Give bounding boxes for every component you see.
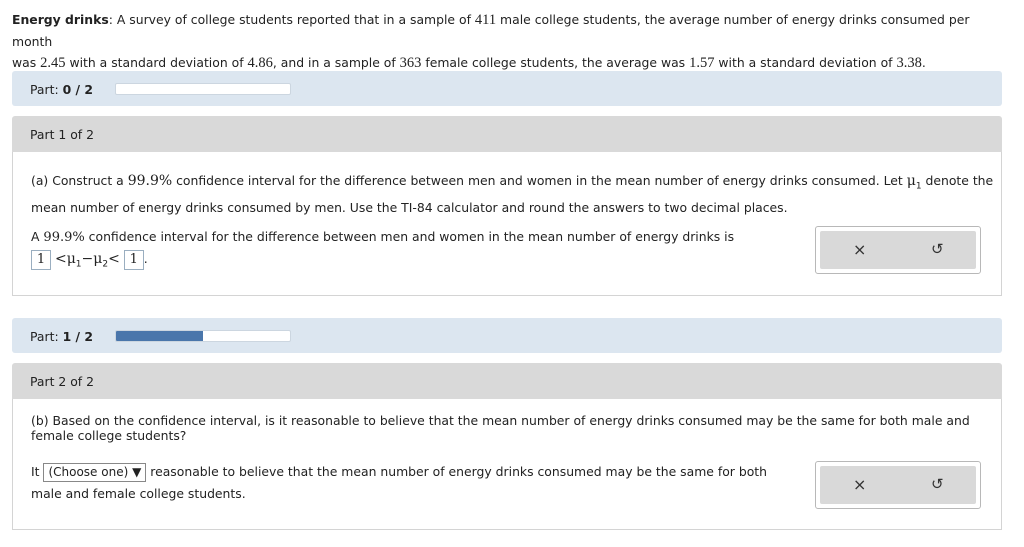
sd1-value: 4.86	[247, 55, 273, 71]
n1-value: 411	[474, 12, 497, 28]
problem-text: was	[12, 55, 41, 70]
part-progress-value: 1 / 2	[62, 329, 93, 344]
part1-answer: A 99.9% confidence interval for the diff…	[31, 229, 735, 245]
part1-header-label: Part 1 of 2	[30, 127, 94, 142]
part-progress-bar: Part: 1 / 2	[12, 318, 1002, 353]
problem-text: with a standard deviation of	[65, 55, 248, 70]
part2-question: (b) Based on the confidence interval, is…	[31, 413, 970, 443]
clear-button[interactable]: ×	[853, 475, 866, 494]
problem-text: , and in a sample of	[272, 55, 400, 70]
undo-button[interactable]: ↺	[931, 240, 944, 258]
upper-bound-input[interactable]: 1	[123, 249, 144, 270]
part2-answer: It (Choose one) ▼ reasonable to believe …	[31, 463, 767, 501]
mean1-value: 2.45	[40, 55, 66, 71]
choose-one-dropdown[interactable]: (Choose one) ▼	[43, 463, 147, 482]
part-progress-value: 0 / 2	[62, 82, 93, 97]
clear-button[interactable]: ×	[853, 240, 866, 259]
part1-header: Part 1 of 2	[12, 116, 1002, 152]
n2-value: 363	[399, 55, 422, 71]
lower-bound-input[interactable]: 1	[31, 249, 51, 270]
part-progress-label: Part: 1 / 2	[30, 329, 93, 344]
part2-body: (b) Based on the confidence interval, is…	[12, 399, 1002, 530]
mean2-value: 1.57	[689, 55, 715, 71]
part-progress-bar: Part: 0 / 2	[12, 71, 1002, 106]
progress-track	[115, 83, 291, 95]
problem-text: .	[921, 55, 926, 70]
part2-header-label: Part 2 of 2	[30, 374, 94, 389]
problem-text: female college students, the average was	[421, 55, 690, 70]
answer-tools: × ↺	[815, 226, 981, 274]
problem-title: Energy drinks	[12, 12, 109, 27]
part2-header: Part 2 of 2	[12, 363, 1002, 399]
mu-symbol: μ	[906, 173, 916, 189]
part1-question: (a) Construct a 99.9% confidence interva…	[31, 173, 994, 216]
confidence-level: 99.9%	[127, 173, 173, 189]
interval-expression: 1 <μ1−μ2< 1.	[31, 248, 148, 275]
part-progress-label: Part: 0 / 2	[30, 82, 93, 97]
part1-body: (a) Construct a 99.9% confidence interva…	[12, 152, 1002, 296]
sd2-value: 3.38	[896, 55, 922, 71]
progress-fill	[116, 331, 203, 341]
chevron-down-icon: ▼	[132, 465, 142, 479]
problem-text: : A survey of college students reported …	[108, 12, 475, 27]
problem-text: with a standard deviation of	[714, 55, 897, 70]
undo-button[interactable]: ↺	[931, 475, 944, 493]
answer-tools: × ↺	[815, 461, 981, 509]
progress-track	[115, 330, 291, 342]
problem-statement: Energy drinks: A survey of college stude…	[12, 9, 1012, 74]
